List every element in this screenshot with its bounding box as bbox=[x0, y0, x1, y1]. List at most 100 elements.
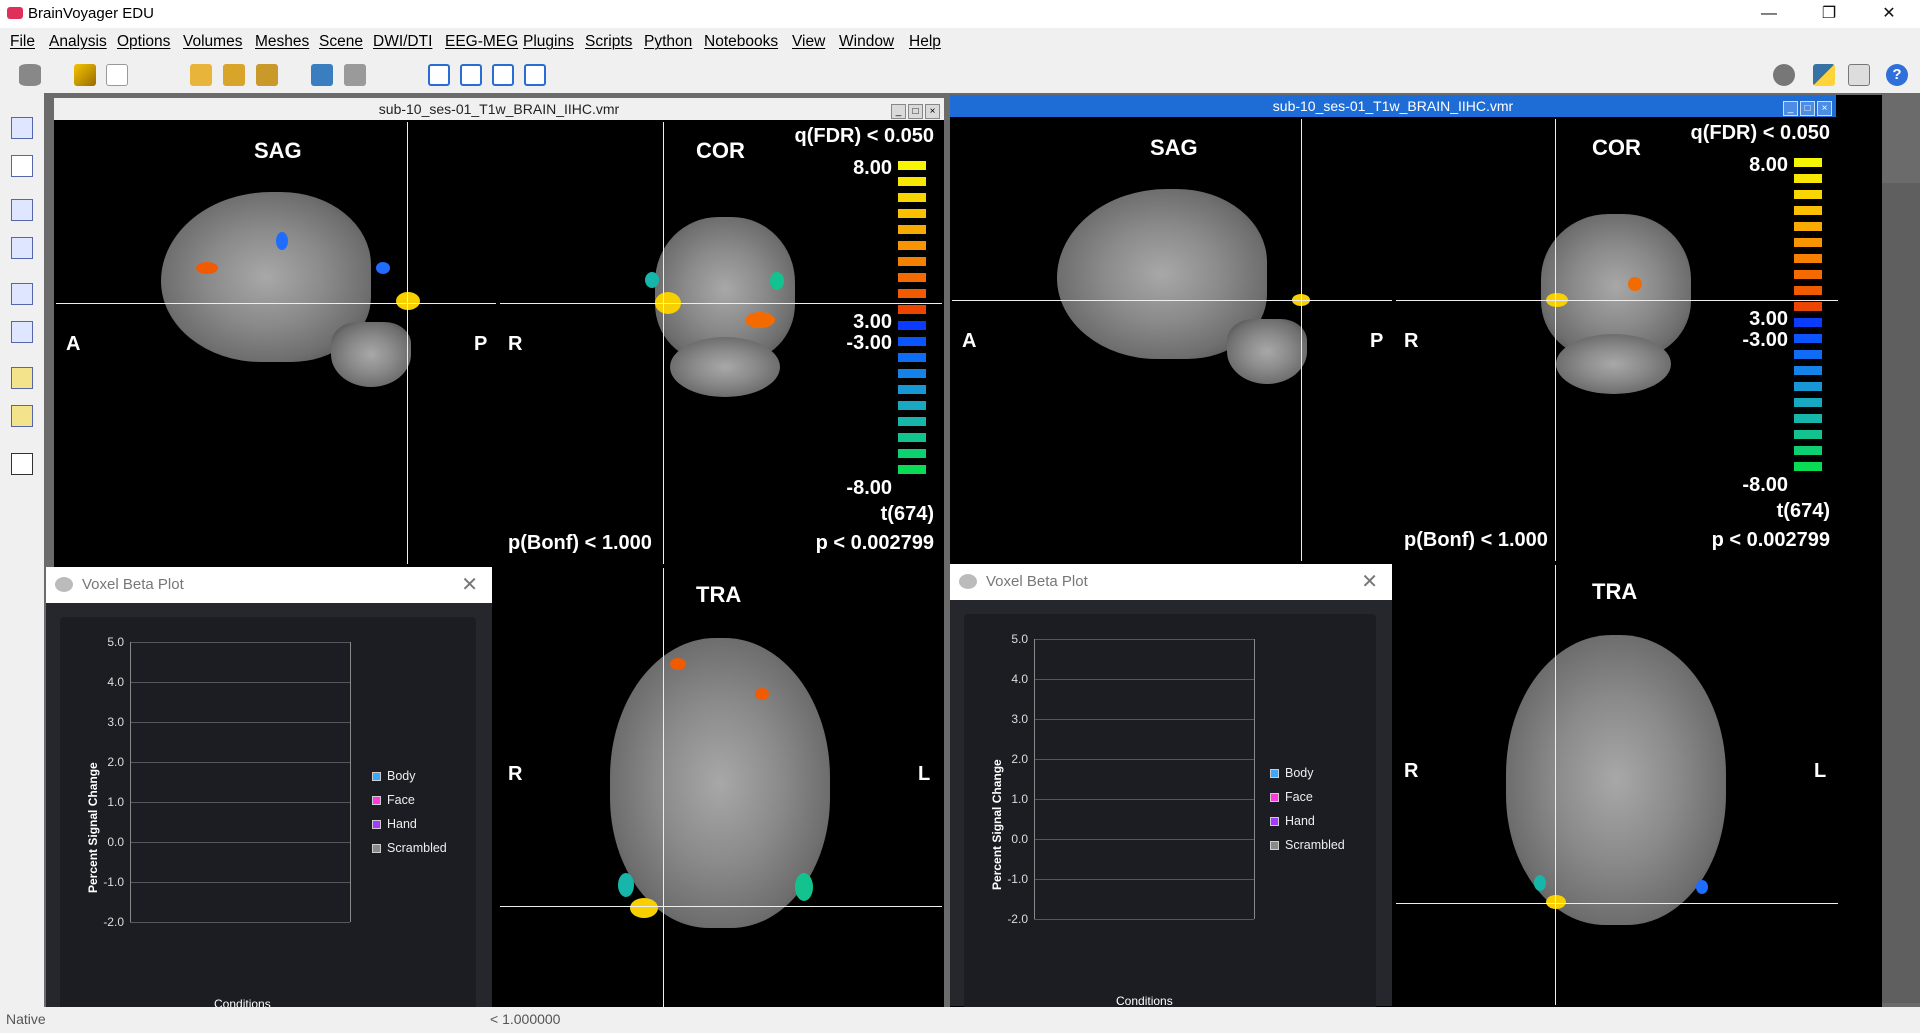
tra-view[interactable]: TRA R L bbox=[1396, 565, 1838, 1005]
menu-meshes[interactable]: Meshes bbox=[255, 33, 309, 51]
colorbar-segment bbox=[1794, 414, 1822, 423]
close-icon[interactable]: ✕ bbox=[461, 567, 478, 603]
wand-icon[interactable] bbox=[74, 64, 96, 86]
window-maximize-button[interactable]: □ bbox=[908, 104, 923, 119]
gear-icon[interactable] bbox=[1773, 64, 1795, 86]
window-layout-3-icon[interactable] bbox=[492, 64, 514, 86]
grid-line bbox=[1034, 679, 1254, 680]
view-label: TRA bbox=[1592, 579, 1638, 604]
crosshair-horizontal bbox=[56, 303, 496, 304]
window-close-button[interactable]: × bbox=[1817, 101, 1832, 116]
new-project-icon[interactable] bbox=[223, 64, 245, 86]
menu-file[interactable]: File bbox=[10, 33, 35, 51]
python-icon[interactable] bbox=[1813, 64, 1835, 86]
dice-icon[interactable] bbox=[11, 453, 33, 475]
status-bar: Native < 1.000000 bbox=[0, 1007, 1920, 1033]
zoom-icon[interactable] bbox=[11, 367, 33, 389]
window-layout-1-icon[interactable] bbox=[428, 64, 450, 86]
legend-item-body: Body bbox=[1270, 766, 1314, 780]
menu-options[interactable]: Options bbox=[117, 33, 170, 51]
p-bonf-label: p(Bonf) < 1.000 bbox=[1404, 529, 1548, 551]
menu-plugins[interactable]: Plugins bbox=[523, 33, 574, 51]
menu-help[interactable]: Help bbox=[909, 33, 941, 51]
save-icon[interactable] bbox=[256, 64, 278, 86]
menu-dwi-dti[interactable]: DWI/DTI bbox=[373, 33, 432, 51]
colorbar-segment bbox=[898, 193, 926, 202]
window-minimize-button[interactable]: _ bbox=[891, 104, 906, 119]
window-buttons: _ □ × bbox=[889, 101, 940, 119]
vmr-window-2[interactable]: sub-10_ses-01_T1w_BRAIN_IIHC.vmr _ □ × SAG… bbox=[950, 95, 1882, 1016]
colorbar-segment bbox=[898, 401, 926, 410]
right-axis-line bbox=[350, 642, 351, 922]
menu-python[interactable]: Python bbox=[644, 33, 692, 51]
cor-view[interactable]: COR R q(FDR) < 0.050 8.00 3.00 -3.00 -8.… bbox=[500, 122, 942, 564]
cursor-mode-icon[interactable] bbox=[11, 117, 33, 139]
slice-layout-2-icon[interactable] bbox=[11, 237, 33, 259]
zoom-fit-icon[interactable] bbox=[11, 405, 33, 427]
dialog-body: Percent Signal Change Conditions 5.0 4.0 3… bbox=[46, 603, 492, 1019]
close-button[interactable]: ✕ bbox=[1866, 0, 1912, 28]
vmr-window-1[interactable]: sub-10_ses-01_T1w_BRAIN_IIHC.vmr _ □ × SAG… bbox=[46, 98, 944, 1019]
colorbar-min-positive: 3.00 bbox=[1749, 308, 1788, 330]
q-fdr-label: q(FDR) < 0.050 bbox=[1690, 122, 1830, 144]
y-axis-line bbox=[130, 642, 131, 922]
menu-analysis[interactable]: Analysis bbox=[49, 33, 107, 51]
colorbar-segment bbox=[1794, 302, 1822, 311]
t-df-label: t(674) bbox=[1776, 500, 1830, 522]
voxel-beta-plot-dialog[interactable]: Voxel Beta Plot ✕ Percent Signal Change … bbox=[46, 567, 492, 1019]
y-tick-label: 3.0 bbox=[1011, 712, 1028, 726]
close-icon[interactable]: ✕ bbox=[1361, 564, 1378, 600]
menu-scripts[interactable]: Scripts bbox=[585, 33, 632, 51]
window-layout-2-icon[interactable] bbox=[460, 64, 482, 86]
window-minimize-button[interactable]: _ bbox=[1783, 101, 1798, 116]
p-bonf-label: p(Bonf) < 1.000 bbox=[508, 532, 652, 554]
link-icon[interactable] bbox=[311, 64, 333, 86]
restore-button[interactable]: ❐ bbox=[1806, 0, 1852, 28]
menu-scene[interactable]: Scene bbox=[319, 33, 363, 51]
colorbar-max-positive: 8.00 bbox=[853, 157, 892, 179]
menu-window[interactable]: Window bbox=[839, 33, 894, 51]
orientation-left: L bbox=[1814, 760, 1827, 782]
colorbar-segment bbox=[898, 289, 926, 298]
legend-item-face: Face bbox=[372, 793, 415, 807]
slice-layout-1-icon[interactable] bbox=[11, 199, 33, 221]
legend-item-scrambled: Scrambled bbox=[372, 841, 447, 855]
cor-view[interactable]: COR R q(FDR) < 0.050 8.00 3.00 -3.00 -8.… bbox=[1396, 119, 1838, 561]
gallery-icon[interactable] bbox=[344, 64, 366, 86]
notebook-icon[interactable] bbox=[1848, 64, 1870, 86]
menu-volumes[interactable]: Volumes bbox=[183, 33, 242, 51]
activation-blob bbox=[196, 262, 218, 274]
window-maximize-button[interactable]: □ bbox=[1800, 101, 1815, 116]
menu-eeg-meg[interactable]: EEG-MEG bbox=[445, 33, 518, 51]
help-icon[interactable]: ? bbox=[1886, 64, 1908, 86]
crosshair-horizontal bbox=[500, 303, 942, 304]
colorbar-segment bbox=[898, 353, 926, 362]
colorbar-segment bbox=[1794, 382, 1822, 391]
minimize-button[interactable]: — bbox=[1746, 0, 1792, 28]
window-layout-4-icon[interactable] bbox=[524, 64, 546, 86]
legend-label: Face bbox=[1285, 790, 1313, 804]
sag-view[interactable]: SAG A P bbox=[952, 119, 1392, 561]
window-close-button[interactable]: × bbox=[925, 104, 940, 119]
grid-view-icon[interactable] bbox=[11, 155, 33, 177]
colorbar-segment bbox=[898, 241, 926, 250]
slice-layout-3-icon[interactable] bbox=[11, 283, 33, 305]
tra-view[interactable]: TRA R L bbox=[500, 568, 942, 1008]
open-folder-icon[interactable] bbox=[190, 64, 212, 86]
sag-view[interactable]: SAG A P bbox=[56, 122, 496, 564]
colorbar-segment bbox=[898, 177, 926, 186]
legend-item-hand: Hand bbox=[1270, 814, 1315, 828]
orientation-anterior: A bbox=[66, 333, 81, 355]
database-icon[interactable] bbox=[19, 64, 41, 86]
voxel-beta-plot-dialog[interactable]: Voxel Beta Plot ✕ Percent Signal Change … bbox=[950, 564, 1392, 1016]
colorbar-segment bbox=[898, 257, 926, 266]
y-tick-label: -1.0 bbox=[1007, 872, 1028, 886]
plot-panel: Percent Signal Change Conditions 5.0 4.0 3… bbox=[60, 617, 476, 1019]
menu-view[interactable]: View bbox=[792, 33, 825, 51]
colorbar-min-negative: -3.00 bbox=[1742, 329, 1788, 351]
new-document-icon[interactable] bbox=[106, 64, 128, 86]
activation-blob bbox=[1628, 277, 1642, 291]
menu-notebooks[interactable]: Notebooks bbox=[704, 33, 778, 51]
colorbar-segment bbox=[898, 337, 926, 346]
slice-layout-4-icon[interactable] bbox=[11, 321, 33, 343]
